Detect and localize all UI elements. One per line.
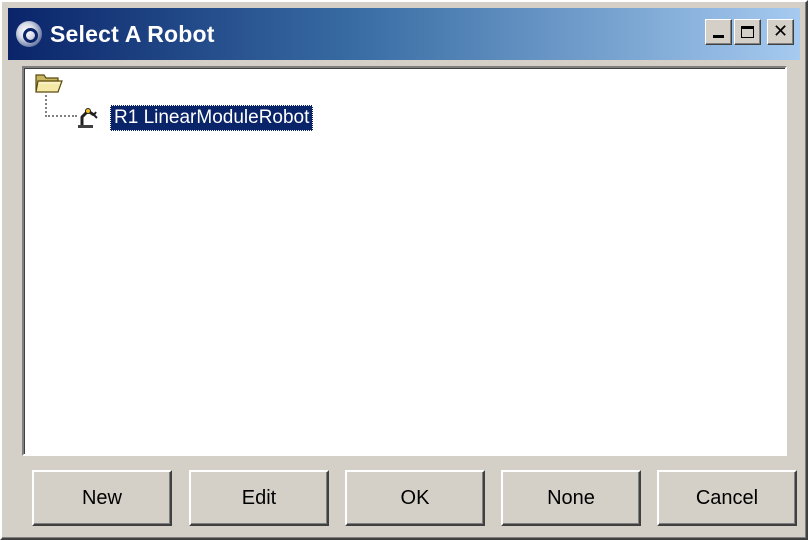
none-button[interactable]: None (501, 470, 641, 526)
close-button[interactable]: ✕ (767, 19, 794, 45)
tree-connector-line (45, 95, 77, 117)
robot-arm-icon[interactable] (75, 104, 101, 130)
new-button[interactable]: New (32, 470, 172, 526)
window-title: Select A Robot (50, 20, 215, 47)
window-controls: ✕ (705, 19, 794, 45)
tree-item-robot[interactable]: R1 LinearModuleRobot (110, 105, 314, 131)
ok-button[interactable]: OK (345, 470, 485, 526)
edit-button[interactable]: Edit (189, 470, 329, 526)
folder-open-icon[interactable] (34, 71, 64, 95)
maximize-icon (741, 26, 754, 38)
close-icon: ✕ (772, 21, 789, 42)
title-bar[interactable]: Select A Robot ✕ (8, 8, 800, 60)
minimize-icon (713, 35, 724, 38)
maximize-button[interactable] (734, 19, 761, 45)
cancel-button[interactable]: Cancel (657, 470, 797, 526)
robot-tree-view[interactable]: R1 LinearModuleRobot (22, 66, 787, 456)
dialog-button-row: New Edit OK None Cancel (22, 470, 797, 526)
select-robot-dialog: Select A Robot ✕ R1 LinearModuleRobot Ne… (0, 0, 808, 540)
minimize-button[interactable] (705, 19, 732, 45)
app-logo-icon (16, 21, 42, 47)
